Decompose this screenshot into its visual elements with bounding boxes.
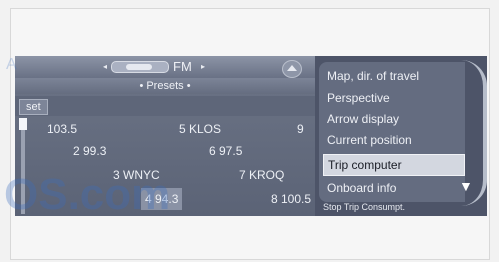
- tune-left-icon[interactable]: ◂: [103, 62, 107, 71]
- scroll-down-icon[interactable]: ▼: [459, 178, 473, 194]
- presets-header[interactable]: • Presets •: [15, 78, 315, 94]
- band-label: FM: [173, 59, 192, 74]
- menu-item-map-direction[interactable]: Map, dir. of travel: [327, 66, 463, 86]
- tuning-slider[interactable]: [111, 61, 169, 73]
- set-button[interactable]: set: [19, 99, 48, 115]
- tuning-knob[interactable]: [126, 64, 152, 70]
- menu-item-trip-computer[interactable]: Trip computer: [323, 154, 465, 176]
- preset-item[interactable]: 2 99.3: [73, 140, 106, 162]
- watermark-fragment: A: [6, 56, 17, 73]
- preset-item[interactable]: 103.5: [47, 118, 77, 140]
- watermark: OS.com: [4, 170, 171, 219]
- menu-footer: Stop Trip Consumpt.: [323, 202, 406, 212]
- menu-item-perspective[interactable]: Perspective: [327, 88, 463, 108]
- menu-item-current-position[interactable]: Current position: [327, 130, 463, 150]
- options-menu-list: Map, dir. of travel Perspective Arrow di…: [319, 62, 465, 202]
- set-row: set: [15, 96, 315, 116]
- menu-item-onboard-info[interactable]: Onboard info: [327, 178, 463, 198]
- tune-right-icon[interactable]: ▸: [201, 62, 205, 71]
- preset-scroll-thumb[interactable]: [19, 118, 27, 130]
- menu-item-arrow-display[interactable]: Arrow display: [327, 109, 463, 129]
- preset-item[interactable]: 7 KROQ: [239, 164, 284, 186]
- preset-item[interactable]: 9: [297, 118, 304, 140]
- preset-item[interactable]: 8 100.5: [271, 188, 311, 210]
- preset-item[interactable]: 6 97.5: [209, 140, 242, 162]
- preset-item[interactable]: 5 KLOS: [179, 118, 221, 140]
- home-icon[interactable]: [282, 60, 302, 78]
- radio-top-bar: ◂ FM ▸: [15, 56, 315, 78]
- options-menu: Map, dir. of travel Perspective Arrow di…: [315, 56, 487, 216]
